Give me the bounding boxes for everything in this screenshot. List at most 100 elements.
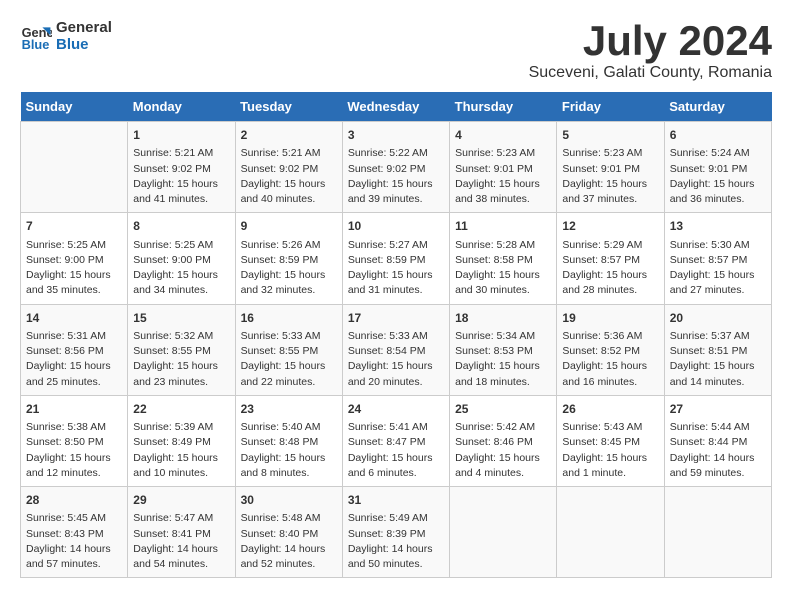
day-number: 25 — [455, 401, 551, 418]
column-header-tuesday: Tuesday — [235, 92, 342, 122]
column-header-thursday: Thursday — [450, 92, 557, 122]
calendar-cell: 31Sunrise: 5:49 AM Sunset: 8:39 PM Dayli… — [342, 487, 449, 578]
calendar-cell: 10 Sunrise: 5:27 AM Sunset: 8:59 PM Dayli… — [342, 213, 449, 304]
day-number: 18 — [455, 310, 551, 327]
day-info: Sunrise: 5:38 AM Sunset: 8:50 PM Dayligh… — [26, 420, 122, 481]
calendar-cell: 12Sunrise: 5:29 AM Sunset: 8:57 PM Dayli… — [557, 213, 664, 304]
day-number: 31 — [348, 492, 444, 509]
day-number: 28 — [26, 492, 122, 509]
calendar-cell: 3Sunrise: 5:22 AM Sunset: 9:02 PM Daylig… — [342, 122, 449, 213]
calendar-cell: 14 Sunrise: 5:31 AM Sunset: 8:56 PM Dayli… — [21, 304, 128, 395]
day-info: Sunrise: 5:43 AM Sunset: 8:45 PM Dayligh… — [562, 420, 658, 481]
calendar-cell — [557, 487, 664, 578]
day-number: 5 — [562, 127, 658, 144]
day-info: Sunrise: 5:23 AM Sunset: 9:01 PM Dayligh… — [455, 146, 551, 207]
calendar-cell: 23 Sunrise: 5:40 AM Sunset: 8:48 PM Dayli… — [235, 395, 342, 486]
day-number: 10 — [348, 218, 444, 235]
calendar-cell: 28 Sunrise: 5:45 AM Sunset: 8:43 PM Dayli… — [21, 487, 128, 578]
day-info: Sunrise: 5:26 AM Sunset: 8:59 PM Dayligh… — [241, 238, 337, 299]
day-info: Sunrise: 5:42 AM Sunset: 8:46 PM Dayligh… — [455, 420, 551, 481]
subtitle: Suceveni, Galati County, Romania — [529, 64, 772, 82]
day-info: Sunrise: 5:39 AM Sunset: 8:49 PM Dayligh… — [133, 420, 229, 481]
day-info: Sunrise: 5:25 AM Sunset: 9:00 PM Dayligh… — [26, 238, 122, 299]
day-info: Sunrise: 5:37 AM Sunset: 8:51 PM Dayligh… — [670, 329, 766, 390]
svg-text:Blue: Blue — [22, 37, 50, 52]
day-number: 1 — [133, 127, 229, 144]
calendar-cell: 24 Sunrise: 5:41 AM Sunset: 8:47 PM Dayli… — [342, 395, 449, 486]
day-number: 19 — [562, 310, 658, 327]
calendar-cell: 21 Sunrise: 5:38 AM Sunset: 8:50 PM Dayli… — [21, 395, 128, 486]
day-number: 24 — [348, 401, 444, 418]
day-number: 14 — [26, 310, 122, 327]
calendar-week-row: 28 Sunrise: 5:45 AM Sunset: 8:43 PM Dayli… — [21, 487, 772, 578]
day-info: Sunrise: 5:33 AM Sunset: 8:55 PM Dayligh… — [241, 329, 337, 390]
calendar-week-row: 21 Sunrise: 5:38 AM Sunset: 8:50 PM Dayli… — [21, 395, 772, 486]
calendar-cell: 13 Sunrise: 5:30 AM Sunset: 8:57 PM Dayli… — [664, 213, 771, 304]
logo: General Blue General Blue — [20, 20, 112, 53]
day-number: 27 — [670, 401, 766, 418]
day-info: Sunrise: 5:25 AM Sunset: 9:00 PM Dayligh… — [133, 238, 229, 299]
day-number: 11 — [455, 218, 551, 235]
day-number: 22 — [133, 401, 229, 418]
day-info: Sunrise: 5:30 AM Sunset: 8:57 PM Dayligh… — [670, 238, 766, 299]
day-number: 26 — [562, 401, 658, 418]
day-number: 13 — [670, 218, 766, 235]
day-number: 17 — [348, 310, 444, 327]
day-number: 21 — [26, 401, 122, 418]
logo-icon: General Blue — [20, 21, 52, 53]
calendar-cell: 15 Sunrise: 5:32 AM Sunset: 8:55 PM Dayli… — [128, 304, 235, 395]
column-header-friday: Friday — [557, 92, 664, 122]
day-info: Sunrise: 5:45 AM Sunset: 8:43 PM Dayligh… — [26, 511, 122, 572]
day-info: Sunrise: 5:48 AM Sunset: 8:40 PM Dayligh… — [241, 511, 337, 572]
calendar-cell: 29 Sunrise: 5:47 AM Sunset: 8:41 PM Dayli… — [128, 487, 235, 578]
header: General Blue General Blue July 2024 Suce… — [20, 20, 772, 82]
day-number: 7 — [26, 218, 122, 235]
calendar-cell: 5Sunrise: 5:23 AM Sunset: 9:01 PM Daylig… — [557, 122, 664, 213]
day-info: Sunrise: 5:31 AM Sunset: 8:56 PM Dayligh… — [26, 329, 122, 390]
day-info: Sunrise: 5:28 AM Sunset: 8:58 PM Dayligh… — [455, 238, 551, 299]
calendar-cell — [450, 487, 557, 578]
day-number: 20 — [670, 310, 766, 327]
calendar-cell: 7 Sunrise: 5:25 AM Sunset: 9:00 PM Daylig… — [21, 213, 128, 304]
day-number: 2 — [241, 127, 337, 144]
day-number: 23 — [241, 401, 337, 418]
day-info: Sunrise: 5:24 AM Sunset: 9:01 PM Dayligh… — [670, 146, 766, 207]
logo-line1: General — [56, 20, 112, 37]
column-header-wednesday: Wednesday — [342, 92, 449, 122]
day-info: Sunrise: 5:36 AM Sunset: 8:52 PM Dayligh… — [562, 329, 658, 390]
calendar-cell: 1 Sunrise: 5:21 AM Sunset: 9:02 PM Daylig… — [128, 122, 235, 213]
day-number: 3 — [348, 127, 444, 144]
calendar-cell: 22 Sunrise: 5:39 AM Sunset: 8:49 PM Dayli… — [128, 395, 235, 486]
calendar-cell: 9 Sunrise: 5:26 AM Sunset: 8:59 PM Daylig… — [235, 213, 342, 304]
day-info: Sunrise: 5:40 AM Sunset: 8:48 PM Dayligh… — [241, 420, 337, 481]
day-number: 30 — [241, 492, 337, 509]
day-info: Sunrise: 5:29 AM Sunset: 8:57 PM Dayligh… — [562, 238, 658, 299]
day-info: Sunrise: 5:32 AM Sunset: 8:55 PM Dayligh… — [133, 329, 229, 390]
day-info: Sunrise: 5:21 AM Sunset: 9:02 PM Dayligh… — [133, 146, 229, 207]
day-number: 15 — [133, 310, 229, 327]
main-title: July 2024 — [529, 20, 772, 62]
title-area: July 2024 Suceveni, Galati County, Roman… — [529, 20, 772, 82]
day-info: Sunrise: 5:27 AM Sunset: 8:59 PM Dayligh… — [348, 238, 444, 299]
calendar-cell: 11 Sunrise: 5:28 AM Sunset: 8:58 PM Dayli… — [450, 213, 557, 304]
logo-line2: Blue — [56, 37, 112, 54]
calendar-cell — [664, 487, 771, 578]
calendar-week-row: 7 Sunrise: 5:25 AM Sunset: 9:00 PM Daylig… — [21, 213, 772, 304]
day-info: Sunrise: 5:47 AM Sunset: 8:41 PM Dayligh… — [133, 511, 229, 572]
calendar-week-row: 14 Sunrise: 5:31 AM Sunset: 8:56 PM Dayli… — [21, 304, 772, 395]
day-number: 29 — [133, 492, 229, 509]
calendar-cell — [21, 122, 128, 213]
day-info: Sunrise: 5:41 AM Sunset: 8:47 PM Dayligh… — [348, 420, 444, 481]
day-number: 9 — [241, 218, 337, 235]
day-number: 4 — [455, 127, 551, 144]
day-number: 8 — [133, 218, 229, 235]
calendar-cell: 25 Sunrise: 5:42 AM Sunset: 8:46 PM Dayli… — [450, 395, 557, 486]
calendar-cell: 18 Sunrise: 5:34 AM Sunset: 8:53 PM Dayli… — [450, 304, 557, 395]
calendar-table: SundayMondayTuesdayWednesdayThursdayFrid… — [20, 92, 772, 578]
column-header-monday: Monday — [128, 92, 235, 122]
calendar-cell: 19 Sunrise: 5:36 AM Sunset: 8:52 PM Dayli… — [557, 304, 664, 395]
day-number: 6 — [670, 127, 766, 144]
calendar-week-row: 1 Sunrise: 5:21 AM Sunset: 9:02 PM Daylig… — [21, 122, 772, 213]
day-info: Sunrise: 5:34 AM Sunset: 8:53 PM Dayligh… — [455, 329, 551, 390]
day-info: Sunrise: 5:33 AM Sunset: 8:54 PM Dayligh… — [348, 329, 444, 390]
